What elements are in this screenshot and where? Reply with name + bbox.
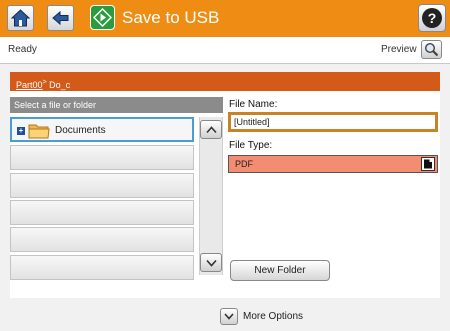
file-type-label: File Type:: [229, 140, 273, 151]
help-icon: ?: [422, 8, 442, 28]
status-bar: Ready Preview: [0, 37, 450, 64]
file-list-header: Select a file or folder: [10, 97, 223, 113]
preview-button[interactable]: [421, 40, 442, 59]
scroll-down-button[interactable]: [200, 253, 222, 272]
breadcrumb-separator: >: [42, 79, 47, 86]
home-button[interactable]: [7, 5, 34, 31]
list-item-label: Documents: [55, 125, 106, 136]
list-item-empty: [10, 145, 194, 170]
page-title: Save to USB: [122, 8, 220, 27]
more-options-label: More Options: [243, 311, 304, 322]
file-type-value: PDF: [235, 159, 253, 169]
home-icon: [11, 9, 30, 27]
list-item-empty: [10, 200, 194, 225]
back-icon: [52, 10, 69, 26]
start-icon[interactable]: [90, 5, 115, 30]
folder-icon: [28, 124, 50, 139]
dropdown-button[interactable]: [421, 157, 435, 171]
breadcrumb-root[interactable]: Part00: [16, 80, 43, 90]
breadcrumb-current: Do_c: [49, 80, 71, 90]
chevron-down-icon: [206, 259, 217, 267]
status-text: Ready: [8, 44, 37, 55]
title-bar: Save to USB ?: [0, 0, 450, 37]
expand-icon[interactable]: +: [17, 127, 25, 135]
list-item-empty: [10, 173, 194, 198]
more-options-toggle[interactable]: [220, 308, 238, 325]
breadcrumb: Part00> Do_c: [10, 72, 440, 91]
list-item-empty: [10, 255, 194, 280]
chevron-up-icon: [206, 126, 217, 134]
back-button[interactable]: [47, 5, 74, 31]
document-icon: [424, 159, 432, 169]
file-type-select[interactable]: PDF: [228, 155, 438, 173]
magnifier-icon: [424, 42, 439, 57]
list-item[interactable]: + Documents: [10, 117, 194, 142]
list-item-empty: [10, 227, 194, 252]
scroll-up-button[interactable]: [200, 120, 222, 139]
chevron-down-icon: [224, 313, 234, 320]
new-folder-button[interactable]: New Folder: [230, 260, 330, 281]
file-name-label: File Name:: [229, 99, 278, 110]
preview-label: Preview: [381, 44, 417, 55]
file-name-input[interactable]: [228, 112, 438, 132]
scrollbar[interactable]: [199, 117, 223, 275]
help-button[interactable]: ?: [418, 4, 446, 32]
